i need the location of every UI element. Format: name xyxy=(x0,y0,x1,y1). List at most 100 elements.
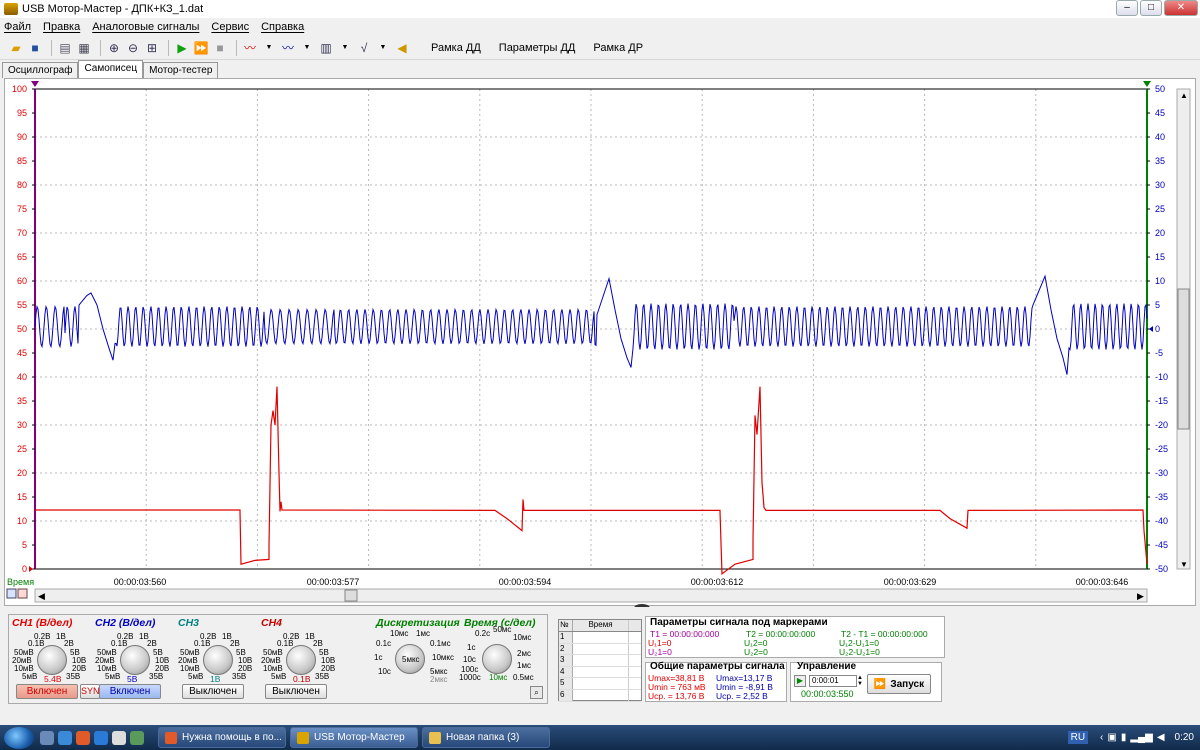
maximize-button[interactable]: □ xyxy=(1140,0,1162,16)
start-button-icon[interactable] xyxy=(4,726,34,749)
play-icon[interactable]: ▶ xyxy=(174,40,190,56)
v-scroll-thumb[interactable] xyxy=(1177,288,1190,430)
ch-toggle-icon[interactable] xyxy=(17,588,28,599)
right-marker-icon[interactable] xyxy=(1143,81,1151,87)
minimize-button[interactable]: – xyxy=(1116,0,1138,16)
frame-dd-button[interactable]: Рамка ДД xyxy=(431,42,481,54)
plot-canvas[interactable]: 1009590858075706560555045403530252015105… xyxy=(5,79,1197,607)
ch2-volts-knob[interactable] xyxy=(120,645,150,675)
start-button[interactable]: ⏩ Запуск xyxy=(867,674,931,694)
task-folder[interactable]: Новая папка (3) xyxy=(422,727,550,748)
marker-number: 5 xyxy=(559,678,573,689)
stop-icon[interactable]: ■ xyxy=(212,40,228,56)
close-button[interactable]: ✕ xyxy=(1164,0,1198,16)
dropdown-arrow-icon[interactable]: ▼ xyxy=(337,40,353,56)
timediv-scale-label: 1мс xyxy=(517,661,531,670)
tray-icon[interactable]: ▣ xyxy=(1107,732,1116,743)
signal-red-icon[interactable]: 〰 xyxy=(242,40,258,56)
ch1-volts-knob[interactable] xyxy=(37,645,67,675)
signal-plot[interactable]: 100 95 90 85 80 75 70 65 60 55 50 45 40 35 30 25 20 15 10 5… xyxy=(4,78,1197,607)
open-folder-icon[interactable]: ▰ xyxy=(8,40,24,56)
table-row[interactable]: 5 xyxy=(559,678,641,690)
scroll-down-icon[interactable]: ▼ xyxy=(1180,560,1188,569)
tab-oscilloscope[interactable]: Осциллограф xyxy=(2,62,79,78)
table-row[interactable]: 6 xyxy=(559,689,641,702)
ch3-enable-button[interactable]: Выключен xyxy=(182,684,244,699)
left-marker-icon[interactable] xyxy=(31,81,39,87)
right-axis-label: -30 xyxy=(1155,468,1168,478)
menu-file[interactable]: Файл xyxy=(4,21,31,33)
frame-dr-button[interactable]: Рамка ДР xyxy=(593,42,643,54)
chrome-icon[interactable] xyxy=(76,730,90,745)
right-axis-label: -35 xyxy=(1155,492,1168,502)
collapse-panel-icon[interactable] xyxy=(634,604,650,607)
task-browser[interactable]: Нужна помощь в по... xyxy=(158,727,286,748)
ch3-title: CH3 xyxy=(178,617,200,629)
zoom-in-icon[interactable]: ⊕ xyxy=(106,40,122,56)
interval-spinner-icon[interactable]: ▲ ▼ xyxy=(857,675,865,687)
params-dd-button[interactable]: Параметры ДД xyxy=(499,42,576,54)
tray-arrow-icon[interactable]: ‹ xyxy=(1100,732,1103,743)
ch3-volts-knob[interactable] xyxy=(203,645,233,675)
ch4-volts-knob[interactable] xyxy=(286,645,316,675)
dropdown-arrow-icon[interactable]: ▼ xyxy=(375,40,391,56)
ch1-enable-button[interactable]: Включен xyxy=(16,684,78,699)
right-axis-label: -10 xyxy=(1155,372,1168,382)
ch1-scale-label: 2В xyxy=(64,639,74,648)
menu-service[interactable]: Сервис xyxy=(211,21,249,33)
ch4-value: 0.1В xyxy=(293,674,311,684)
task-motor-master[interactable]: USB Мотор-Мастер xyxy=(290,727,418,748)
table-row[interactable]: 3 xyxy=(559,655,641,667)
menu-analog-signals[interactable]: Аналоговые сигналы xyxy=(92,21,199,33)
ch3-scale-label: 5мВ xyxy=(188,672,204,681)
print-preview-icon[interactable]: ▤ xyxy=(57,40,73,56)
signal-icon[interactable]: ▂▄▆ xyxy=(1130,732,1152,743)
tab-motor-tester[interactable]: Мотор-тестер xyxy=(143,62,219,78)
ch4-scale-label: 0.1В xyxy=(277,639,294,648)
timediv-knob[interactable] xyxy=(482,644,512,674)
ch2-enable-button[interactable]: Включен xyxy=(99,684,161,699)
menu-edit[interactable]: Правка xyxy=(43,21,80,33)
ch4-enable-button[interactable]: Выключен xyxy=(265,684,327,699)
table-row[interactable]: 1 xyxy=(559,632,641,644)
quicklaunch-icon[interactable] xyxy=(58,730,72,745)
step-play-icon[interactable]: ▶ xyxy=(794,675,806,687)
formula-icon[interactable]: √ xyxy=(356,40,372,56)
marker-col-time: Время xyxy=(573,620,629,631)
marker-table[interactable]: № Время 123456 xyxy=(558,619,642,702)
sound-icon[interactable]: ◀ xyxy=(394,40,410,56)
menu-help[interactable]: Справка xyxy=(261,21,304,33)
timediv-scale-label: 0.2с xyxy=(475,629,491,638)
play-continuous-icon[interactable]: ⏩ xyxy=(193,40,209,56)
dropdown-arrow-icon[interactable]: ▼ xyxy=(299,40,315,56)
network-icon[interactable]: ▮ xyxy=(1121,732,1127,743)
interval-input[interactable]: 0:00:01 xyxy=(809,675,857,687)
quicklaunch-icon[interactable] xyxy=(40,730,54,745)
zoom-out-icon[interactable]: ⊖ xyxy=(125,40,141,56)
table-row[interactable]: 4 xyxy=(559,666,641,679)
dropdown-arrow-icon[interactable]: ▼ xyxy=(261,40,277,56)
marker-number: 6 xyxy=(559,689,573,701)
h-scroll-thumb[interactable] xyxy=(344,589,358,602)
scroll-up-icon[interactable]: ▲ xyxy=(1180,91,1188,100)
scroll-left-icon[interactable]: ◀ xyxy=(38,591,45,601)
ie-icon[interactable] xyxy=(94,730,108,745)
zoom-icon[interactable]: ⌕ xyxy=(530,686,543,699)
left-axis-label: 10 xyxy=(17,516,27,526)
volume-icon[interactable]: ◀ xyxy=(1157,732,1165,743)
ch-toggle-icon[interactable] xyxy=(6,588,17,599)
print-icon[interactable]: ▦ xyxy=(76,40,92,56)
signal-blue-icon[interactable]: 〰 xyxy=(280,40,296,56)
zoom-fit-icon[interactable]: ⊞ xyxy=(144,40,160,56)
table-row[interactable]: 2 xyxy=(559,643,641,656)
ch3-scale-label: 0.1В xyxy=(194,639,211,648)
language-indicator[interactable]: RU xyxy=(1067,731,1089,744)
calculator-icon[interactable]: ▥ xyxy=(318,40,334,56)
save-icon[interactable]: ■ xyxy=(27,40,43,56)
tab-recorder[interactable]: Самописец xyxy=(78,60,144,78)
h-scrollbar[interactable] xyxy=(34,588,1148,603)
quicklaunch-icon[interactable] xyxy=(130,730,144,745)
sync-button[interactable]: SYN xyxy=(80,684,100,699)
quicklaunch-icon[interactable] xyxy=(112,730,126,745)
scroll-right-icon[interactable]: ▶ xyxy=(1137,591,1144,601)
